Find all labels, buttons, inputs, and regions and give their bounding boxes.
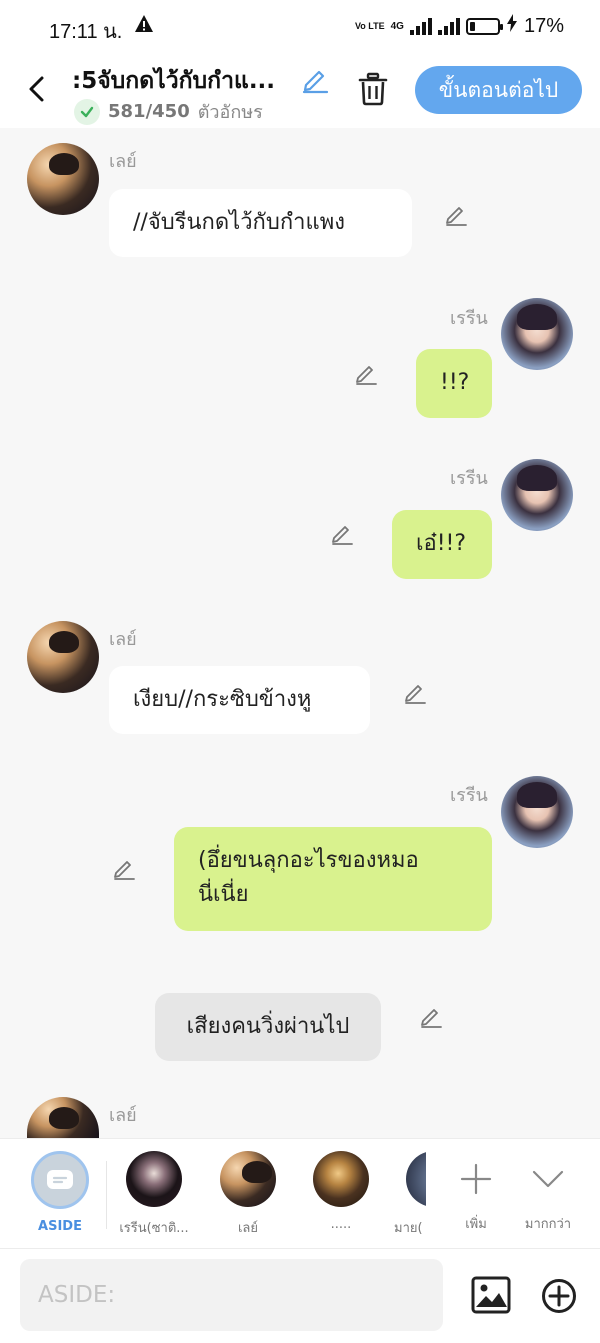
edit-message-icon[interactable] [443,201,469,231]
header: :5จับกดไว้กับกำแ... 581/450 ตัวอักษร ขั้… [0,52,600,128]
message-bubble[interactable]: (อึ่ยขนลุกอะไรของหมอ นี่เนี่ย [174,827,492,931]
character-label: ASIDE [38,1219,82,1234]
char-count-unit: ตัวอักษร [197,102,263,123]
character-selector: ASIDE เรรีน(ซาติ... เลย์ ..... มาย( เพิ่… [0,1138,600,1248]
trash-icon[interactable] [357,72,389,110]
episode-title: :5จับกดไว้กับกำแ... [72,68,276,94]
battery-icon [465,17,503,35]
message-bubble[interactable]: เอ๋!!? [392,510,492,579]
check-icon [74,98,100,125]
character-avatar [406,1151,426,1207]
input-bar [0,1248,600,1343]
character-aside[interactable]: ASIDE [20,1151,100,1234]
avatar-rin[interactable] [501,459,573,531]
edit-message-icon[interactable] [111,855,137,885]
character-label: เรรีน(ซาติ... [119,1221,189,1236]
character-avatar [126,1151,182,1207]
aside-avatar [31,1151,89,1209]
next-step-button[interactable]: ขั้นตอนต่อไป [415,66,582,114]
narration-text: เสียงคนวิ่งผ่านไป [186,1014,350,1039]
message-text: เอ๋!!? [416,531,467,556]
message-text-line: (อึ่ยขนลุกอะไรของหมอ [198,848,419,873]
edit-message-icon[interactable] [353,360,379,390]
back-icon[interactable] [22,72,52,106]
character-4[interactable]: มาย( [392,1151,426,1238]
message-bubble[interactable]: !!? [416,349,492,418]
more-label: มากกว่า [524,1217,572,1232]
network-type-label: 4G [390,20,404,32]
speaker-name: เลย์ [109,1105,137,1126]
avatar-rin[interactable] [501,298,573,370]
avatar-lei[interactable] [27,621,99,693]
speaker-name: เรรีน [450,308,488,329]
char-count: 581/450 ตัวอักษร [74,97,263,126]
volte-icon: Vo LTE [354,20,385,31]
character-label: เลย์ [237,1221,259,1236]
edit-message-icon[interactable] [418,1003,444,1033]
more-characters-button[interactable]: มากกว่า [514,1151,582,1234]
image-icon[interactable] [471,1276,511,1318]
message-text: เงียบ//กระซิบข้างหู [133,687,312,712]
add-character-button[interactable]: เพิ่ม [446,1151,506,1234]
speaker-name: เลย์ [109,629,137,650]
avatar-lei[interactable] [27,1097,99,1138]
add-circle-icon[interactable] [541,1278,577,1318]
message-text: //จับรีนกดไว้กับกำแพง [133,210,345,235]
divider [106,1161,107,1229]
message-bubble[interactable]: เงียบ//กระซิบข้างหู [109,666,370,734]
avatar-rin[interactable] [501,776,573,848]
edit-message-icon[interactable] [402,679,428,709]
status-indicators: Vo LTE 4G 17% [355,14,564,38]
character-label: ..... [330,1217,352,1232]
speaker-name: เรรีน [450,785,488,806]
character-avatar [313,1151,369,1207]
message-text: !!? [440,370,470,395]
avatar-lei[interactable] [27,143,99,215]
narration-bubble[interactable]: เสียงคนวิ่งผ่านไป [155,993,381,1061]
edit-title-icon[interactable] [300,64,330,98]
chevron-down-icon [514,1151,582,1207]
speaker-name: เลย์ [109,151,137,172]
speaker-name: เรรีน [450,468,488,489]
plus-icon [446,1151,506,1207]
char-count-value: 581/450 [108,101,190,122]
add-label: เพิ่ม [465,1217,487,1232]
character-avatar [220,1151,276,1207]
warning-icon [134,14,154,40]
charging-icon [506,14,518,38]
message-bubble[interactable]: //จับรีนกดไว้กับกำแพง [109,189,412,257]
status-time: 17:11 น. [49,21,123,43]
character-rin[interactable]: เรรีน(ซาติ... [113,1151,195,1238]
character-label: มาย( [394,1221,423,1236]
signal-icon [409,17,432,35]
character-3[interactable]: ..... [301,1151,381,1232]
message-text-line: นี่เนี่ย [198,882,249,907]
edit-message-icon[interactable] [329,520,355,550]
signal-icon-2 [437,17,460,35]
status-bar: 17:11 น. Vo LTE 4G 17% [0,0,600,52]
message-input[interactable] [20,1259,443,1331]
character-lei[interactable]: เลย์ [208,1151,288,1238]
battery-percent: 17% [523,14,564,37]
